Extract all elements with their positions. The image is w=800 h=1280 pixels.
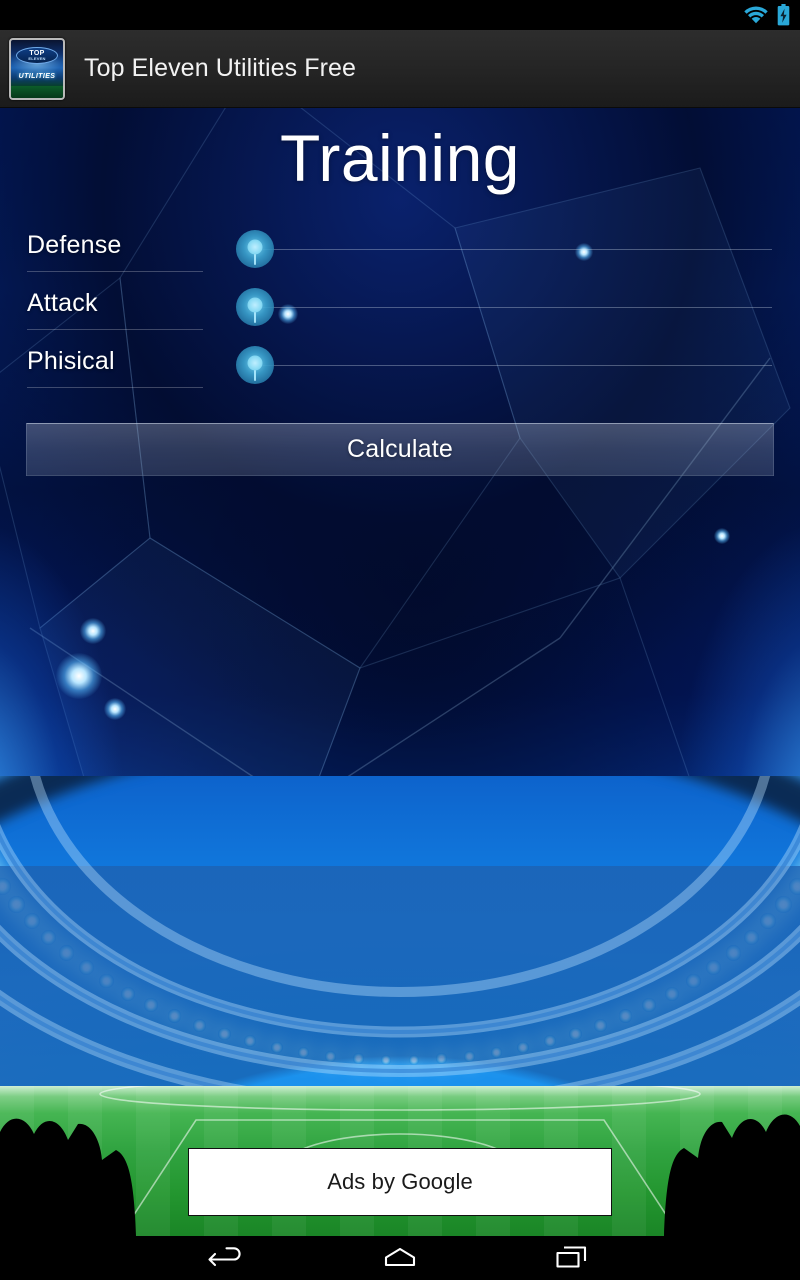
slider-row-attack: Attack <box>0 277 800 335</box>
slider-thumb-tick <box>254 369 256 381</box>
slider-label-underline <box>27 271 203 272</box>
slider-thumb-phisical[interactable] <box>236 346 274 384</box>
app-icon-badge: TOP ELEVEN <box>16 47 58 65</box>
slider-track-phisical[interactable] <box>254 365 772 366</box>
battery-charging-icon <box>777 4 790 26</box>
slider-thumb-inner <box>247 239 263 255</box>
slider-track-attack[interactable] <box>254 307 772 308</box>
slider-row-phisical: Phisical <box>0 335 800 393</box>
nav-recents-button[interactable] <box>544 1238 600 1278</box>
ad-banner[interactable]: Ads by Google <box>188 1148 612 1216</box>
page-title: Training <box>280 121 520 195</box>
slider-label-underline <box>27 387 203 388</box>
nav-back-button[interactable] <box>200 1238 256 1278</box>
action-bar: TOP ELEVEN UTILITIES Top Eleven Utilitie… <box>0 30 800 108</box>
slider-label-defense: Defense <box>27 231 122 259</box>
slider-row-defense: Defense <box>0 219 800 277</box>
app-icon-subtitle: UTILITIES <box>18 73 56 81</box>
app-title: Top Eleven Utilities Free <box>84 54 357 82</box>
nav-home-button[interactable] <box>372 1238 428 1278</box>
slider-track-defense[interactable] <box>254 249 772 250</box>
sliders-group: Defense Attack Phisical <box>0 219 800 393</box>
navigation-bar <box>0 1236 800 1280</box>
slider-thumb-inner <box>247 297 263 313</box>
slider-thumb-inner <box>247 355 263 371</box>
slider-label-underline <box>27 329 203 330</box>
slider-label-attack: Attack <box>27 289 98 317</box>
app-icon-badge-bottom: ELEVEN <box>28 56 46 62</box>
ad-banner-label: Ads by Google <box>327 1169 473 1194</box>
calculate-button[interactable]: Calculate <box>26 423 774 476</box>
main-content: Training Defense Attack Phisical Calcula… <box>0 108 800 1236</box>
slider-thumb-defense[interactable] <box>236 230 274 268</box>
status-bar <box>0 0 800 30</box>
slider-thumb-attack[interactable] <box>236 288 274 326</box>
app-icon: TOP ELEVEN UTILITIES <box>9 37 65 100</box>
device-screen: TOP ELEVEN UTILITIES Top Eleven Utilitie… <box>0 0 800 1280</box>
wifi-icon <box>743 6 769 25</box>
app-icon-pitch <box>11 85 63 98</box>
slider-label-phisical: Phisical <box>27 347 115 375</box>
slider-thumb-tick <box>254 253 256 265</box>
slider-thumb-tick <box>254 311 256 323</box>
